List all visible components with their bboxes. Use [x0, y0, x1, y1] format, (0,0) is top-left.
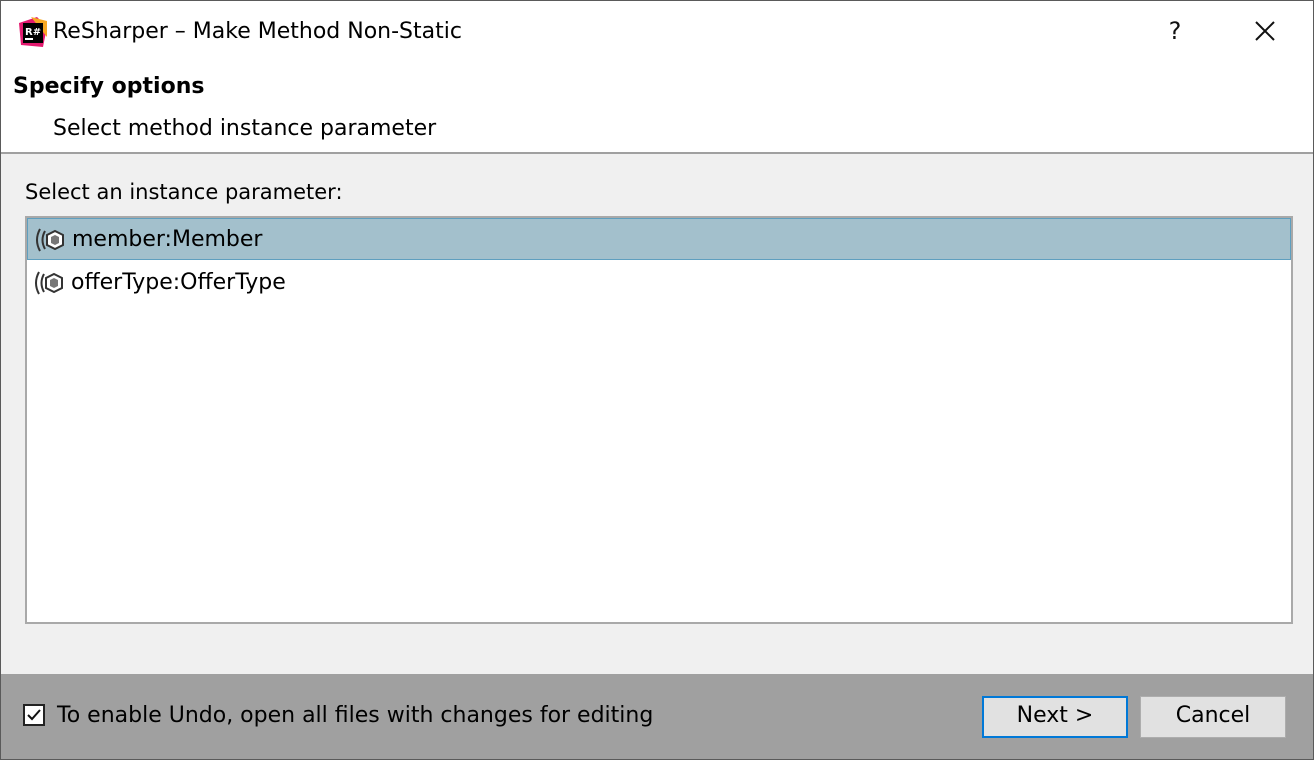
parameter-icon — [36, 228, 64, 252]
main-content: Select an instance parameter: member:Mem… — [1, 154, 1313, 674]
dialog-window: R# ReSharper – Make Method Non-Static ? … — [0, 0, 1314, 760]
list-item-member[interactable]: member:Member — [27, 218, 1291, 260]
list-item-label: offerType:OfferType — [71, 270, 286, 295]
resharper-logo-icon: R# — [19, 17, 47, 47]
title-bar: R# ReSharper – Make Method Non-Static ? — [1, 1, 1313, 61]
next-button[interactable]: Next > — [982, 696, 1128, 738]
close-icon — [1255, 21, 1275, 41]
close-button[interactable] — [1241, 9, 1289, 53]
checkmark-icon — [27, 709, 41, 721]
page-subtitle: Select method instance parameter — [53, 116, 437, 141]
parameter-icon — [35, 271, 63, 295]
logo-text: R# — [25, 27, 41, 38]
instance-parameter-label: Select an instance parameter: — [25, 180, 343, 204]
list-item-label: member:Member — [72, 227, 263, 252]
window-title: ReSharper – Make Method Non-Static — [53, 19, 462, 44]
wizard-header: Specify options Select method instance p… — [1, 61, 1313, 153]
instance-parameter-list[interactable]: member:Member offerType:OfferType — [25, 216, 1293, 624]
cancel-button[interactable]: Cancel — [1140, 696, 1286, 738]
undo-checkbox-label[interactable]: To enable Undo, open all files with chan… — [57, 702, 653, 730]
page-title: Specify options — [13, 74, 205, 99]
dialog-footer: To enable Undo, open all files with chan… — [1, 674, 1313, 759]
undo-checkbox[interactable] — [23, 704, 45, 726]
help-button[interactable]: ? — [1151, 9, 1199, 53]
list-item-offertype[interactable]: offerType:OfferType — [27, 262, 1291, 304]
